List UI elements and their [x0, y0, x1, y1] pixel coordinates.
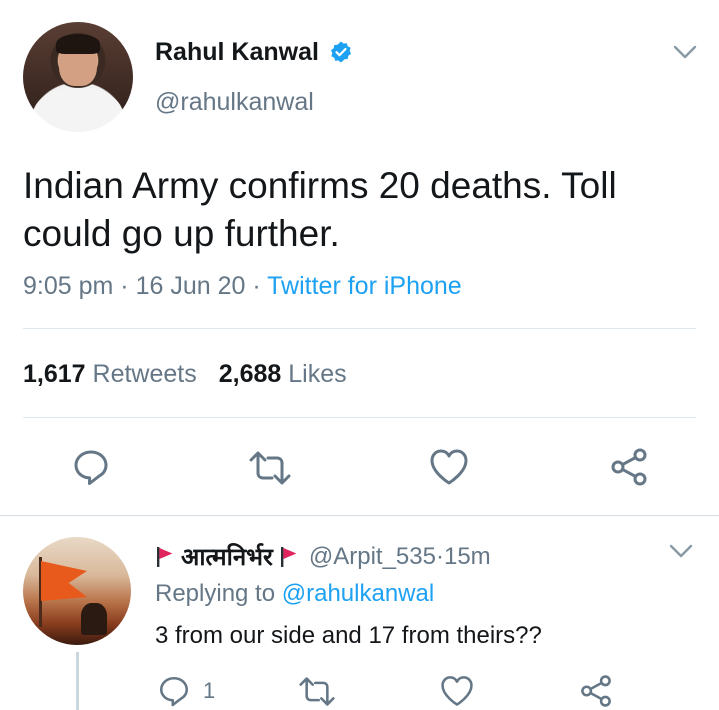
reply-text: 3 from our side and 17 from theirs??: [155, 622, 542, 649]
reply-avatar[interactable]: [23, 537, 131, 645]
meta-separator: ·: [245, 272, 268, 300]
reply-reply-button[interactable]: 1: [157, 674, 215, 708]
avatar-hair: [56, 34, 100, 54]
share-icon: [581, 675, 611, 707]
reply-icon: [74, 450, 108, 485]
author-name[interactable]: Rahul Kanwal: [155, 38, 319, 67]
heart-icon: [430, 449, 468, 485]
tweet-text: Indian Army confirms 20 deaths. Toll cou…: [23, 165, 617, 254]
share-icon: [611, 448, 647, 486]
tweet-date[interactable]: 16 Jun 20: [136, 272, 246, 300]
tweet-separator: [0, 515, 719, 516]
reply-time[interactable]: 15m: [444, 543, 491, 571]
share-button[interactable]: [609, 447, 649, 487]
likes-stat[interactable]: 2,688 Likes: [219, 360, 347, 388]
retweets-label: Retweets: [92, 360, 197, 388]
replying-to: Replying to @rahulkanwal: [155, 580, 434, 608]
reply-button[interactable]: [71, 447, 111, 487]
reply-icon: [159, 676, 189, 707]
thread-line: [76, 652, 79, 710]
reply-header: आत्मनिर्भर @Arpit_535 · 15m: [155, 540, 491, 573]
avatar-flag: [41, 561, 87, 601]
author-handle[interactable]: @rahulkanwal: [155, 88, 314, 117]
red-flag-icon: [157, 546, 173, 567]
retweets-count: 1,617: [23, 360, 86, 388]
retweet-button[interactable]: [248, 450, 292, 486]
reply-share-button[interactable]: [579, 674, 613, 708]
retweet-icon: [249, 451, 291, 485]
tweet-time[interactable]: 9:05 pm: [23, 272, 113, 300]
tweet-source[interactable]: Twitter for iPhone: [267, 272, 462, 300]
reply-count: 1: [203, 678, 216, 703]
heart-icon: [441, 676, 473, 706]
reply-retweet-button[interactable]: [298, 676, 336, 707]
retweets-stat[interactable]: 1,617 Retweets: [23, 360, 197, 388]
meta-separator: ·: [113, 272, 136, 300]
main-tweet: Rahul Kanwal @rahulkanwal Indian Army co…: [0, 0, 719, 515]
verified-badge-icon: [331, 41, 351, 63]
avatar-shirt: [33, 88, 123, 132]
likes-count: 2,688: [218, 360, 282, 388]
reply-author-name[interactable]: आत्मनिर्भर: [181, 540, 273, 573]
tweet-meta: 9:05 pm · 16 Jun 20 · Twitter for iPhone: [23, 272, 462, 301]
like-button[interactable]: [428, 447, 470, 487]
chevron-down-icon[interactable]: [668, 543, 694, 559]
likes-label: Likes: [288, 360, 347, 388]
reply-like-button[interactable]: [439, 674, 475, 708]
avatar-figure: [81, 603, 107, 635]
replying-to-label: Replying to: [155, 580, 276, 607]
avatar[interactable]: [23, 22, 133, 132]
reply-author-handle[interactable]: @Arpit_535: [309, 543, 436, 571]
tweet-stats: 1,617 Retweets 2,688 Likes: [23, 360, 347, 389]
red-flag-icon: [280, 546, 297, 567]
replying-to-mention[interactable]: @rahulkanwal: [282, 580, 434, 607]
divider: [23, 417, 696, 418]
divider: [23, 328, 696, 329]
reply-separator: ·: [435, 542, 444, 570]
retweet-icon: [299, 677, 335, 706]
chevron-down-icon[interactable]: [672, 44, 698, 60]
